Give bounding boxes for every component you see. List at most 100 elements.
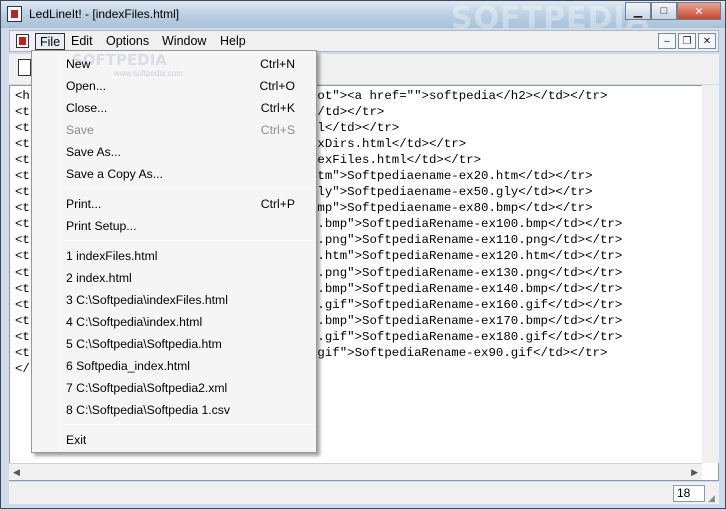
menu-item-label: Close... [66,101,108,115]
menu-item-label: Print... [66,197,102,211]
menu-item-label: 1 indexFiles.html [66,249,158,263]
menu-edit[interactable]: Edit [67,33,97,50]
menu-item-label: 3 C:\Softpedia\indexFiles.html [66,293,228,307]
app-icon[interactable] [7,6,22,22]
code-line: 0.gif">SoftpediaRename-ex180.gif</td></t… [310,329,623,344]
menu-item-print[interactable]: Print... Ctrl+P [34,193,314,215]
code-lines-left: <h <t <t <t <t <t <t <t <t <t <t <t <t <t <t <t <t </ [15,88,30,377]
menu-item-label: Exit [66,433,87,447]
code-line: <t [15,137,30,152]
menu-item-recent-2[interactable]: 2 index.html [34,267,314,289]
code-line: <t [15,297,30,312]
menu-item-shortcut: Ctrl+O [259,79,295,93]
menu-separator [64,240,314,241]
mdi-restore-button[interactable]: ❐ [678,33,696,49]
document-icon[interactable] [16,34,29,48]
status-bar: 18 ◢ [9,482,719,504]
code-line: bmp">Softpediaename-ex80.bmp</td></tr> [310,201,593,216]
minimize-button[interactable]: ▁ [625,2,651,20]
menu-item-shortcut: Ctrl+N [260,57,295,71]
window-title: LedLineIt! - [indexFiles.html] [29,7,180,21]
menu-item-recent-1[interactable]: 1 indexFiles.html [34,245,314,267]
menu-item-label: Print Setup... [66,219,137,233]
resize-grip-icon[interactable]: ◢ [708,493,718,503]
code-line: </td></tr> [310,105,385,120]
menu-item-label: Save As... [66,145,121,159]
menu-item-print-setup[interactable]: Print Setup... [34,215,314,237]
code-line: <t [15,345,30,360]
code-line: 0.gif">SoftpediaRename-ex160.gif</td></t… [310,297,623,312]
code-line: 0.htm">SoftpediaRename-ex120.htm</td></t… [310,249,623,264]
menu-help[interactable]: Help [216,33,250,50]
code-line: 0.bmp">SoftpediaRename-ex100.bmp</td></t… [310,217,623,232]
code-line: .gif">SoftpediaRename-ex90.gif</td></tr> [310,345,608,360]
menu-window[interactable]: Window [158,33,210,50]
mdi-close-button[interactable]: ✕ [698,33,716,49]
mdi-buttons: – ❐ ✕ [658,33,716,49]
menu-item-recent-7[interactable]: 7 C:\Softpedia\Softpedia2.xml [34,377,314,399]
menu-item-new[interactable]: New Ctrl+N [34,53,314,75]
menu-separator [64,424,314,425]
menu-item-exit[interactable]: Exit [34,429,314,451]
file-menu-dropdown: SOFTPEDIA www.softpedia.com New Ctrl+N Op… [31,50,317,453]
maximize-button[interactable]: □ [651,2,677,20]
menu-item-open[interactable]: Open... Ctrl+O [34,75,314,97]
code-line: oot"><a href="">softpedia</h2></td></tr> [310,89,608,103]
menu-item-save-copy-as[interactable]: Save a Copy As... [34,163,314,185]
menu-item-recent-5[interactable]: 5 C:\Softpedia\Softpedia.htm [34,333,314,355]
code-line: exDirs.html</td></tr> [310,137,467,152]
code-line: </ [15,361,30,376]
menu-item-recent-4[interactable]: 4 C:\Softpedia\index.html [34,311,314,333]
menu-item-label: 7 C:\Softpedia\Softpedia2.xml [66,381,228,395]
menu-item-shortcut: Ctrl+P [260,197,295,211]
scroll-right-arrow-icon[interactable]: ▶ [691,467,698,478]
menu-bar: File Edit Options Window Help – ❐ ✕ [9,30,719,52]
scroll-left-arrow-icon[interactable]: ◀ [13,467,20,478]
code-line: dexFiles.html</td></tr> [310,153,482,168]
code-line: <t [15,185,30,200]
code-line: <t [15,105,30,120]
menu-item-save-as[interactable]: Save As... [34,141,314,163]
menu-file[interactable]: File [35,33,66,50]
code-line: <t [15,313,30,328]
menu-item-label: Save a Copy As... [66,167,163,181]
code-line: <t [15,201,30,216]
menu-item-label: Save [66,123,94,137]
code-line: <t [15,169,30,184]
code-line: <t [15,233,30,248]
menu-item-label: New [66,57,91,71]
code-line: <h [15,89,30,103]
menu-item-save: Save Ctrl+S [34,119,314,141]
close-button[interactable]: ✕ [677,2,721,20]
code-line: <t [15,281,30,296]
menu-options[interactable]: Options [102,33,153,50]
mdi-minimize-button[interactable]: – [658,33,676,49]
menu-item-recent-3[interactable]: 3 C:\Softpedia\indexFiles.html [34,289,314,311]
menu-item-label: Open... [66,79,106,93]
code-line: 0.png">SoftpediaRename-ex130.png</td></t… [310,265,623,280]
horizontal-scrollbar[interactable]: ◀ ▶ [9,463,702,480]
code-line: <t [15,217,30,232]
new-file-icon[interactable] [18,59,31,76]
code-line: <t [15,153,30,168]
code-line: htm">Softpediaename-ex20.htm</td></tr> [310,169,593,184]
menu-item-shortcut: Ctrl+S [260,123,295,137]
menu-item-recent-8[interactable]: 8 C:\Softpedia\Softpedia 1.csv [34,399,314,421]
menu-item-label: 5 C:\Softpedia\Softpedia.htm [66,337,222,351]
menu-item-shortcut: Ctrl+K [260,101,295,115]
menu-item-recent-6[interactable]: 6 Softpedia_index.html [34,355,314,377]
menu-item-label: 2 index.html [66,271,132,285]
code-line: 0.bmp">SoftpediaRename-ex140.bmp</td></t… [310,281,623,296]
menu-item-close[interactable]: Close... Ctrl+K [34,97,314,119]
code-line: <t [15,249,30,264]
code-line: gly">Softpediaename-ex50.gly</td></tr> [310,185,593,200]
vertical-scrollbar[interactable] [702,85,719,463]
menu-item-label: 8 C:\Softpedia\Softpedia 1.csv [66,403,230,417]
code-line: <t [15,265,30,280]
line-number-indicator: 18 [673,485,705,502]
menu-item-label: 6 Softpedia_index.html [66,359,190,373]
menu-separator [64,188,314,189]
title-bar[interactable]: LedLineIt! - [indexFiles.html] SOFTPEDIA… [1,1,725,36]
code-line: <t [15,121,30,136]
